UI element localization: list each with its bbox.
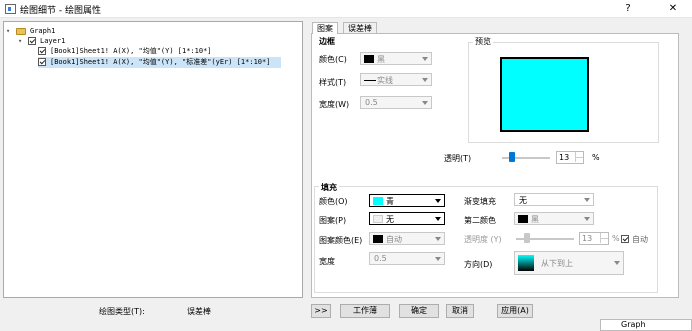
color-swatch xyxy=(373,235,383,243)
plot-tree[interactable]: ▾ Graph1 ▾ Layer1 [Book1]Sheet1! A(X), "… xyxy=(3,21,303,298)
pattern-swatch xyxy=(373,215,383,223)
window-title: 绘图细节 - 绘图属性 xyxy=(20,6,101,16)
chevron-down-icon xyxy=(422,78,428,82)
gradient-direction-icon xyxy=(518,255,534,271)
chevron-down-icon xyxy=(584,198,590,202)
preview-label: 预览 xyxy=(473,36,493,47)
chevron-down-icon xyxy=(435,257,441,261)
border-color-label: 颜色(C) xyxy=(319,55,347,64)
chevron-down-icon xyxy=(422,101,428,105)
spin-down-icon[interactable] xyxy=(575,157,583,162)
transparency-unit: % xyxy=(592,153,600,162)
border-style-value: 实线 xyxy=(377,76,393,85)
tree-plot-label: [Book1]Sheet1! A(X), "均值"(Y) [1*:10*] xyxy=(50,47,212,55)
pattern-width-value: 0.5 xyxy=(374,254,387,263)
pattern-width-select[interactable]: 0.5 xyxy=(369,252,445,265)
plot-checkbox[interactable] xyxy=(38,47,46,55)
gradient-fill-value: 无 xyxy=(519,196,527,205)
chevron-down-icon xyxy=(435,217,441,221)
auto-checkbox[interactable] xyxy=(621,235,629,243)
border-group-label: 边框 xyxy=(319,37,335,46)
line-style-icon xyxy=(364,80,376,81)
fill-pattern-label: 图案(P) xyxy=(319,216,347,225)
layer-checkbox[interactable] xyxy=(28,37,36,45)
chevron-down-icon xyxy=(614,261,620,265)
preview-swatch xyxy=(500,57,589,132)
gradient-transparency-label: 透明度 (Y) xyxy=(464,235,502,244)
gradient-transparency-handle[interactable] xyxy=(524,233,530,243)
border-width-select[interactable]: 0.5 xyxy=(360,96,432,109)
close-button[interactable]: ✕ xyxy=(663,2,683,16)
direction-value: 从下到上 xyxy=(541,259,573,268)
border-style-label: 样式(T) xyxy=(319,78,347,87)
color-swatch xyxy=(364,55,374,63)
transparency-spinner[interactable]: 13 xyxy=(556,151,584,164)
transparency-slider-handle[interactable] xyxy=(509,152,515,162)
ok-button[interactable]: 确定 xyxy=(399,304,439,318)
chevron-down-icon xyxy=(435,199,441,203)
fill-color-label: 颜色(O) xyxy=(319,197,348,206)
workbook-button[interactable]: 工作薄 xyxy=(340,304,390,318)
title-bar: 绘图细节 - 绘图属性 ? ✕ xyxy=(0,0,692,18)
cancel-button[interactable]: 取消 xyxy=(446,304,474,318)
second-color-select[interactable]: 黑 xyxy=(514,212,594,225)
pattern-color-label: 图案颜色(E) xyxy=(319,236,363,245)
fill-color-select[interactable]: 青 xyxy=(369,194,445,207)
direction-label: 方向(D) xyxy=(464,260,493,269)
direction-select[interactable]: 从下到上 xyxy=(514,251,624,275)
tree-plot-label: [Book1]Sheet1! A(X), "均值"(Y), "标准差"(yEr)… xyxy=(50,58,271,66)
gradient-fill-label: 渐变填充 xyxy=(464,197,496,206)
border-style-select[interactable]: 实线 xyxy=(360,73,432,86)
fill-pattern-select[interactable]: 无 xyxy=(369,212,445,225)
transparency-label: 透明(T) xyxy=(444,154,472,163)
fill-color-value: 青 xyxy=(386,197,394,206)
fill-group-label: 填充 xyxy=(319,182,339,193)
chevron-down-icon xyxy=(435,237,441,241)
plot-type-label: 绘图类型(T): xyxy=(99,307,145,316)
chevron-down-icon xyxy=(422,57,428,61)
background-graph-tab[interactable]: Graph xyxy=(600,319,692,331)
plot-checkbox[interactable] xyxy=(38,58,46,66)
tab-pattern[interactable]: 图案 xyxy=(312,22,338,34)
transparency-value: 13 xyxy=(559,153,570,162)
collapse-icon[interactable]: ▾ xyxy=(6,26,10,37)
pattern-color-select[interactable]: 自动 xyxy=(369,232,445,245)
color-swatch xyxy=(373,197,383,205)
gradient-transparency-spinner[interactable]: 13 xyxy=(579,232,609,245)
gradient-transparency-unit: % xyxy=(612,234,620,243)
border-color-select[interactable]: 黑 xyxy=(360,52,432,65)
pattern-color-value: 自动 xyxy=(386,235,402,244)
tree-node-plot-2[interactable]: [Book1]Sheet1! A(X), "均值"(Y), "标准差"(yEr)… xyxy=(38,57,281,68)
gradient-fill-select[interactable]: 无 xyxy=(514,193,594,206)
border-color-value: 黑 xyxy=(377,55,385,64)
help-button[interactable]: ? xyxy=(618,2,638,16)
collapse-icon[interactable]: ▾ xyxy=(18,36,22,47)
auto-label: 自动 xyxy=(632,235,648,244)
border-width-value: 0.5 xyxy=(365,98,378,107)
color-swatch xyxy=(518,215,528,223)
second-color-value: 黑 xyxy=(531,215,539,224)
border-width-label: 宽度(W) xyxy=(319,100,350,109)
app-icon xyxy=(5,4,16,14)
fill-pattern-value: 无 xyxy=(386,215,394,224)
expand-button[interactable]: >> xyxy=(311,304,331,318)
pattern-width-label: 宽度 xyxy=(319,257,335,266)
gradient-transparency-value: 13 xyxy=(582,234,593,243)
apply-button[interactable]: 应用(A) xyxy=(497,304,533,318)
second-color-label: 第二颜色 xyxy=(464,216,496,225)
plot-type-value: 误差棒 xyxy=(187,307,211,316)
spin-down-icon[interactable] xyxy=(600,238,608,243)
chevron-down-icon xyxy=(584,217,590,221)
folder-icon xyxy=(16,28,26,35)
